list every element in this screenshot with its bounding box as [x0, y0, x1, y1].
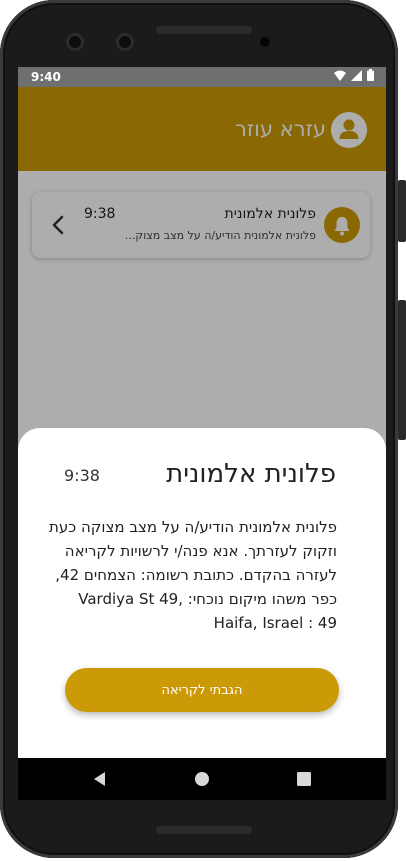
dialog-time: 9:38 — [64, 466, 100, 485]
home-icon[interactable] — [193, 770, 211, 788]
dialog-title: פלונית אלמונית — [166, 459, 336, 489]
front-sensor — [66, 33, 84, 51]
signal-icon — [351, 70, 363, 81]
status-bar: 9:40 — [18, 67, 386, 87]
screen: 9:40 עזרא עוזר פלונית אלמונית פלונית אלמ… — [18, 67, 386, 800]
back-icon[interactable] — [91, 770, 109, 788]
proximity-sensor — [260, 37, 270, 47]
front-camera — [116, 33, 134, 51]
android-nav-bar — [18, 758, 386, 800]
respond-button[interactable]: הגבתי לקריאה — [65, 668, 339, 712]
recents-icon[interactable] — [295, 770, 313, 788]
dialog-message: פלונית אלמונית הודיע/ה על מצב מצוקה כעת … — [49, 518, 337, 632]
alert-dialog: פלונית אלמונית 9:38 פלונית אלמונית הודיע… — [18, 428, 386, 758]
bottom-speaker — [156, 826, 252, 834]
status-time: 9:40 — [31, 70, 61, 84]
earpiece-speaker — [156, 26, 252, 34]
status-icons — [334, 69, 374, 84]
power-button — [398, 180, 406, 242]
volume-button — [398, 300, 406, 440]
battery-icon — [367, 69, 374, 81]
wifi-icon — [334, 70, 347, 81]
